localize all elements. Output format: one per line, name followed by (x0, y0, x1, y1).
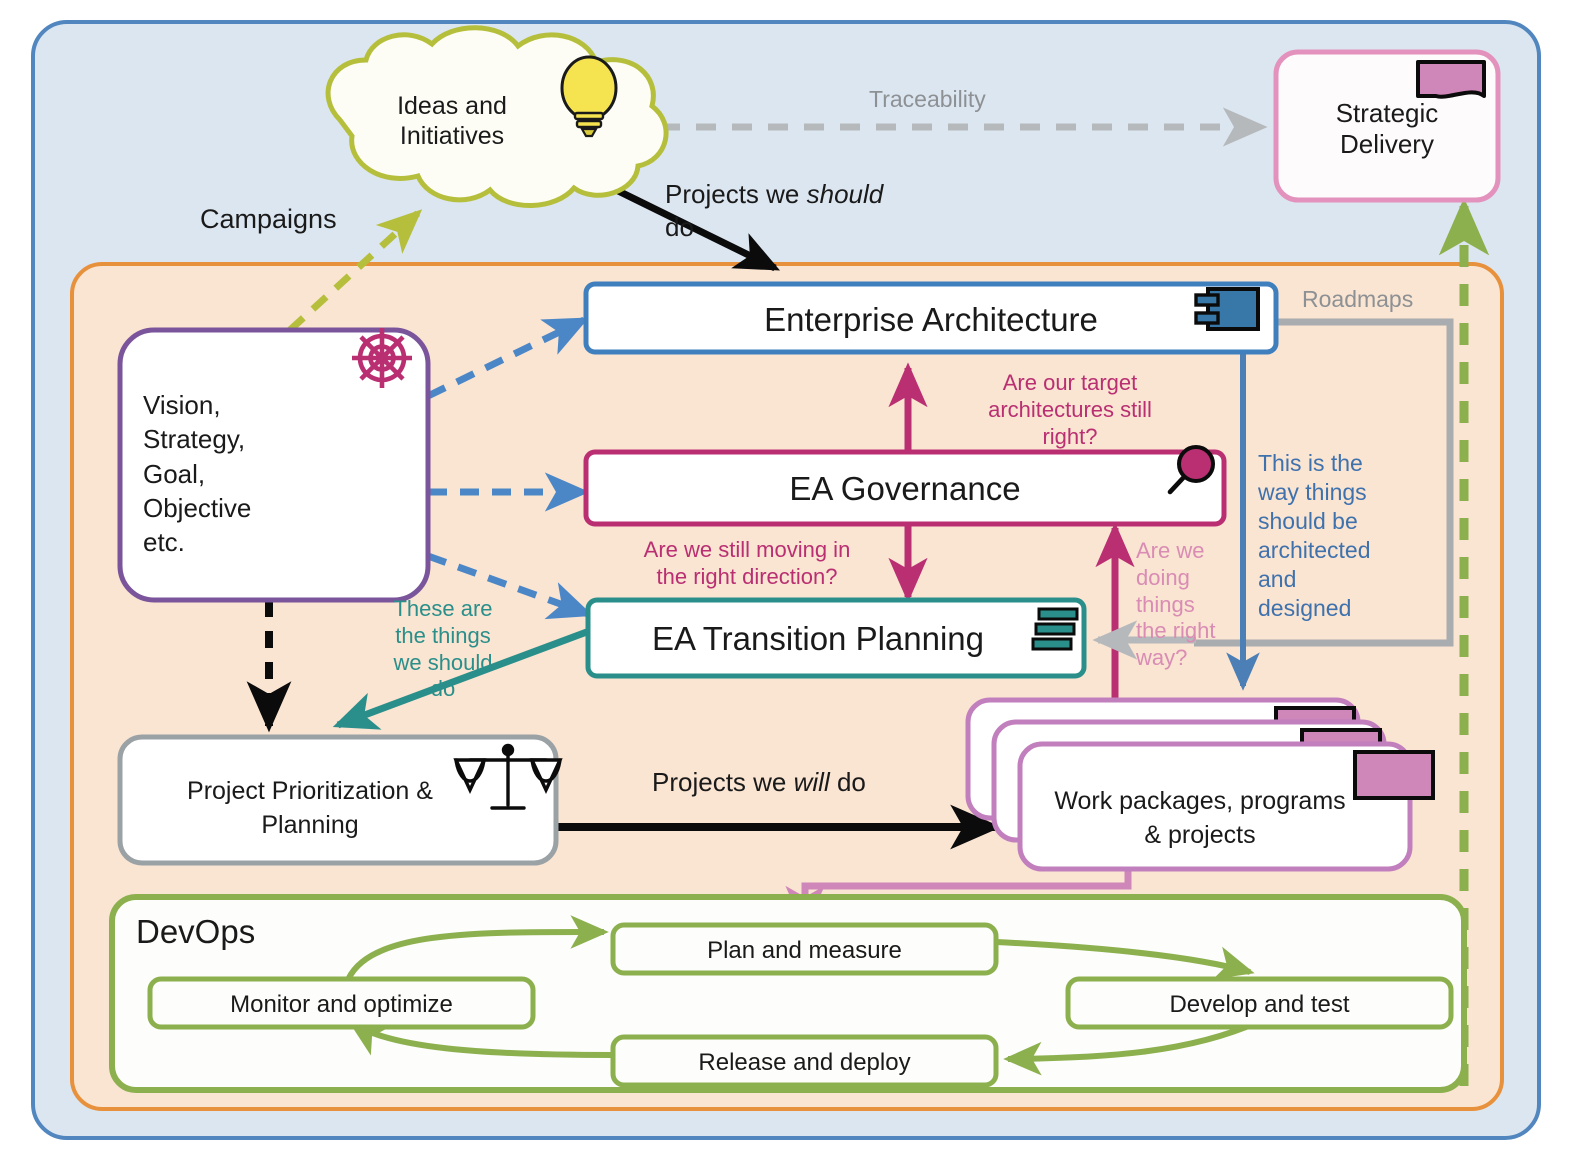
diagram-canvas: Ideas and Initiatives Strategic Delivery… (0, 0, 1572, 1160)
edge-label-moving-right-direction: Are we still moving in the right directi… (643, 537, 851, 589)
roadmaps-group-label: Roadmaps (1302, 286, 1414, 312)
edge-label-projects-we-will-do: Projects we will do (652, 767, 866, 797)
devops-step-release-and-deploy: Release and deploy (698, 1049, 911, 1076)
devops-step-develop-and-test: Develop and test (1169, 991, 1350, 1018)
edge-label-target-architectures-right: Are our target architectures still right… (988, 370, 1152, 449)
edge-label-traceability: Traceability (869, 86, 986, 112)
edge-label-projects-we-should-do: Projects we should do (665, 179, 884, 242)
edge-label-campaigns: Campaigns (200, 204, 337, 234)
devops-step-plan-and-measure: Plan and measure (707, 937, 902, 964)
edge-label-doing-things-right-way: Are we doing things the right way? (1136, 538, 1216, 671)
edge-label-way-things-designed: This is the way things should be archite… (1258, 450, 1371, 621)
devops-group-label: DevOps (136, 913, 256, 950)
devops-step-monitor-and-optimize: Monitor and optimize (230, 991, 453, 1018)
edge-label-these-are-things-we-should-do: These are the things we should do (393, 596, 493, 702)
